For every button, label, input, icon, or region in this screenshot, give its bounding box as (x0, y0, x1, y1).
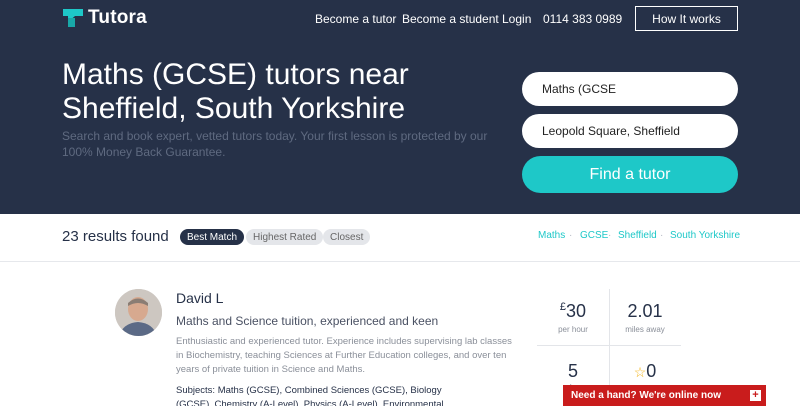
tutor-description: Enthusiastic and experienced tutor. Expe… (176, 336, 512, 375)
page-subtitle: Search and book expert, vetted tutors to… (62, 129, 488, 159)
star-icon: ☆ (633, 364, 647, 380)
breadcrumb-separator: · (608, 230, 612, 241)
live-chat-label: Need a hand? We're online now (571, 390, 721, 401)
results-bar: 23 results found Best Match Highest Rate… (0, 214, 800, 262)
breadcrumb-separator: · (660, 230, 664, 241)
sort-highest-rated[interactable]: Highest Rated (246, 229, 324, 245)
price-amount: 30 (566, 301, 587, 321)
breadcrumb-south-yorkshire[interactable]: South Yorkshire (670, 230, 740, 241)
stats-divider (537, 345, 681, 346)
brand-name: Tutora (88, 7, 147, 28)
subject-input[interactable]: Maths (GCSE (522, 72, 738, 106)
sort-best-match[interactable]: Best Match (180, 229, 245, 245)
distance-value: 2.01 (627, 301, 663, 321)
price-value: £30 (537, 301, 609, 322)
nav-phone[interactable]: 0114 383 0989 (543, 12, 622, 26)
tutor-name[interactable]: David L (176, 290, 223, 306)
brand-logo[interactable]: Tutora (62, 7, 147, 29)
reviews-count: 0 (646, 361, 657, 381)
breadcrumb-sheffield[interactable]: Sheffield (618, 230, 657, 241)
live-chat-widget[interactable]: Need a hand? We're online now + (563, 385, 766, 406)
breadcrumb-maths[interactable]: Maths (538, 230, 565, 241)
nav-become-student[interactable]: Become a student (402, 12, 499, 26)
hero-section: Tutora Become a tutor Become a student L… (0, 0, 800, 214)
sort-closest[interactable]: Closest (323, 229, 371, 245)
location-input[interactable]: Leopold Square, Sheffield (522, 114, 738, 148)
how-it-works-button[interactable]: How It works (635, 6, 738, 31)
price-label: per hour (558, 325, 588, 334)
reviews-value: ☆0 (609, 361, 681, 382)
breadcrumb-gcse[interactable]: GCSE (580, 230, 608, 241)
tutora-logo-icon (63, 9, 83, 27)
find-tutor-button[interactable]: Find a tutor (522, 156, 738, 193)
tutor-subjects: Subjects: Maths (GCSE), Combined Science… (176, 385, 444, 406)
expand-chat-icon[interactable]: + (750, 390, 761, 401)
nav-become-tutor[interactable]: Become a tutor (315, 12, 396, 26)
tutor-avatar[interactable] (115, 289, 162, 336)
breadcrumb-separator: · (569, 230, 573, 241)
nav-login[interactable]: Login (502, 12, 531, 26)
distance-label: miles away (625, 325, 665, 334)
tutor-tagline: Maths and Science tuition, experienced a… (176, 314, 439, 328)
lessons-value: 5 (567, 361, 578, 381)
results-count: 23 results found (62, 228, 169, 245)
tutor-photo (115, 289, 162, 336)
page-title: Maths (GCSE) tutors near Sheffield, Sout… (62, 58, 409, 125)
